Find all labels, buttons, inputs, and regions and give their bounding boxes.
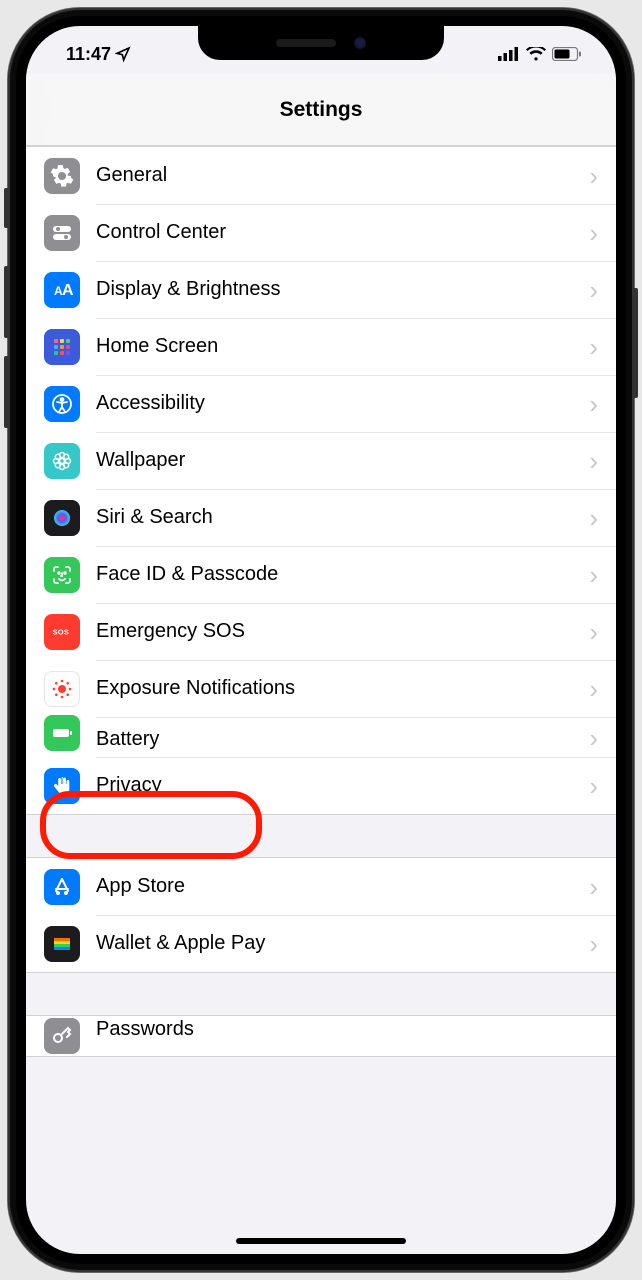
- status-time: 11:47: [66, 44, 111, 65]
- row-label: Exposure Notifications: [96, 677, 589, 700]
- settings-group: App Store › Wallet & Apple Pay ›: [26, 857, 616, 973]
- row-siri[interactable]: Siri & Search ›: [26, 489, 616, 546]
- chevron-right-icon: ›: [589, 725, 598, 751]
- chevron-right-icon: ›: [589, 874, 598, 900]
- screen: 11:47 Settings General ›: [26, 26, 616, 1254]
- row-label: Passwords: [96, 1018, 598, 1041]
- volume-down-button[interactable]: [4, 356, 8, 428]
- volume-up-button[interactable]: [4, 266, 8, 338]
- row-label: Emergency SOS: [96, 620, 589, 643]
- appstore-icon: [44, 869, 80, 905]
- row-sos[interactable]: SOS Emergency SOS ›: [26, 603, 616, 660]
- group-gap: [26, 815, 616, 857]
- cellular-icon: [498, 47, 520, 61]
- location-icon: [115, 46, 131, 62]
- grid-icon: [44, 329, 80, 365]
- row-label: Wallpaper: [96, 449, 589, 472]
- face-icon: [44, 557, 80, 593]
- power-button[interactable]: [634, 288, 638, 398]
- chevron-right-icon: ›: [589, 676, 598, 702]
- wifi-icon: [526, 47, 546, 61]
- settings-list[interactable]: General › Control Center › AA Display & …: [26, 146, 616, 1254]
- chevron-right-icon: ›: [589, 163, 598, 189]
- battery-icon: [552, 47, 582, 61]
- settings-group: Passwords: [26, 1015, 616, 1057]
- chevron-right-icon: ›: [589, 562, 598, 588]
- row-label: General: [96, 164, 589, 187]
- accessibility-icon: [44, 386, 80, 422]
- aa-icon: AA: [44, 272, 80, 308]
- page-title: Settings: [280, 98, 363, 122]
- row-passwords[interactable]: Passwords: [26, 1016, 616, 1056]
- row-label: Battery: [96, 728, 589, 751]
- wallet-icon: [44, 926, 80, 962]
- siri-icon: [44, 500, 80, 536]
- row-label: App Store: [96, 875, 589, 898]
- settings-group: General › Control Center › AA Display & …: [26, 146, 616, 815]
- row-appstore[interactable]: App Store ›: [26, 858, 616, 915]
- chevron-right-icon: ›: [589, 277, 598, 303]
- notch: [198, 26, 444, 60]
- row-control-center[interactable]: Control Center ›: [26, 204, 616, 261]
- row-label: Privacy: [96, 774, 589, 797]
- row-exposure[interactable]: Exposure Notifications ›: [26, 660, 616, 717]
- hand-icon: [44, 768, 80, 804]
- row-label: Face ID & Passcode: [96, 563, 589, 586]
- row-wallpaper[interactable]: Wallpaper ›: [26, 432, 616, 489]
- key-icon: [44, 1018, 80, 1054]
- nav-header: Settings: [26, 74, 616, 146]
- row-privacy[interactable]: Privacy ›: [26, 757, 616, 814]
- exposure-icon: [44, 671, 80, 707]
- chevron-right-icon: ›: [589, 773, 598, 799]
- row-label: Display & Brightness: [96, 278, 589, 301]
- svg-text:A: A: [62, 282, 74, 299]
- row-label: Siri & Search: [96, 506, 589, 529]
- switches-icon: [44, 215, 80, 251]
- chevron-right-icon: ›: [589, 448, 598, 474]
- chevron-right-icon: ›: [589, 334, 598, 360]
- row-label: Home Screen: [96, 335, 589, 358]
- row-label: Accessibility: [96, 392, 589, 415]
- chevron-right-icon: ›: [589, 220, 598, 246]
- row-display[interactable]: AA Display & Brightness ›: [26, 261, 616, 318]
- chevron-right-icon: ›: [589, 619, 598, 645]
- row-accessibility[interactable]: Accessibility ›: [26, 375, 616, 432]
- row-label: Control Center: [96, 221, 589, 244]
- row-general[interactable]: General ›: [26, 147, 616, 204]
- gear-icon: [44, 158, 80, 194]
- svg-text:SOS: SOS: [53, 627, 69, 636]
- chevron-right-icon: ›: [589, 931, 598, 957]
- row-home-screen[interactable]: Home Screen ›: [26, 318, 616, 375]
- row-faceid[interactable]: Face ID & Passcode ›: [26, 546, 616, 603]
- device-frame: 11:47 Settings General ›: [8, 8, 634, 1272]
- home-indicator[interactable]: [236, 1238, 406, 1244]
- group-gap: [26, 973, 616, 1015]
- battery-icon: [44, 715, 80, 751]
- flower-icon: [44, 443, 80, 479]
- row-wallet[interactable]: Wallet & Apple Pay ›: [26, 915, 616, 972]
- chevron-right-icon: ›: [589, 505, 598, 531]
- row-battery[interactable]: Battery ›: [26, 717, 616, 757]
- row-label: Wallet & Apple Pay: [96, 932, 589, 955]
- silence-switch[interactable]: [4, 188, 8, 228]
- sos-icon: SOS: [44, 614, 80, 650]
- chevron-right-icon: ›: [589, 391, 598, 417]
